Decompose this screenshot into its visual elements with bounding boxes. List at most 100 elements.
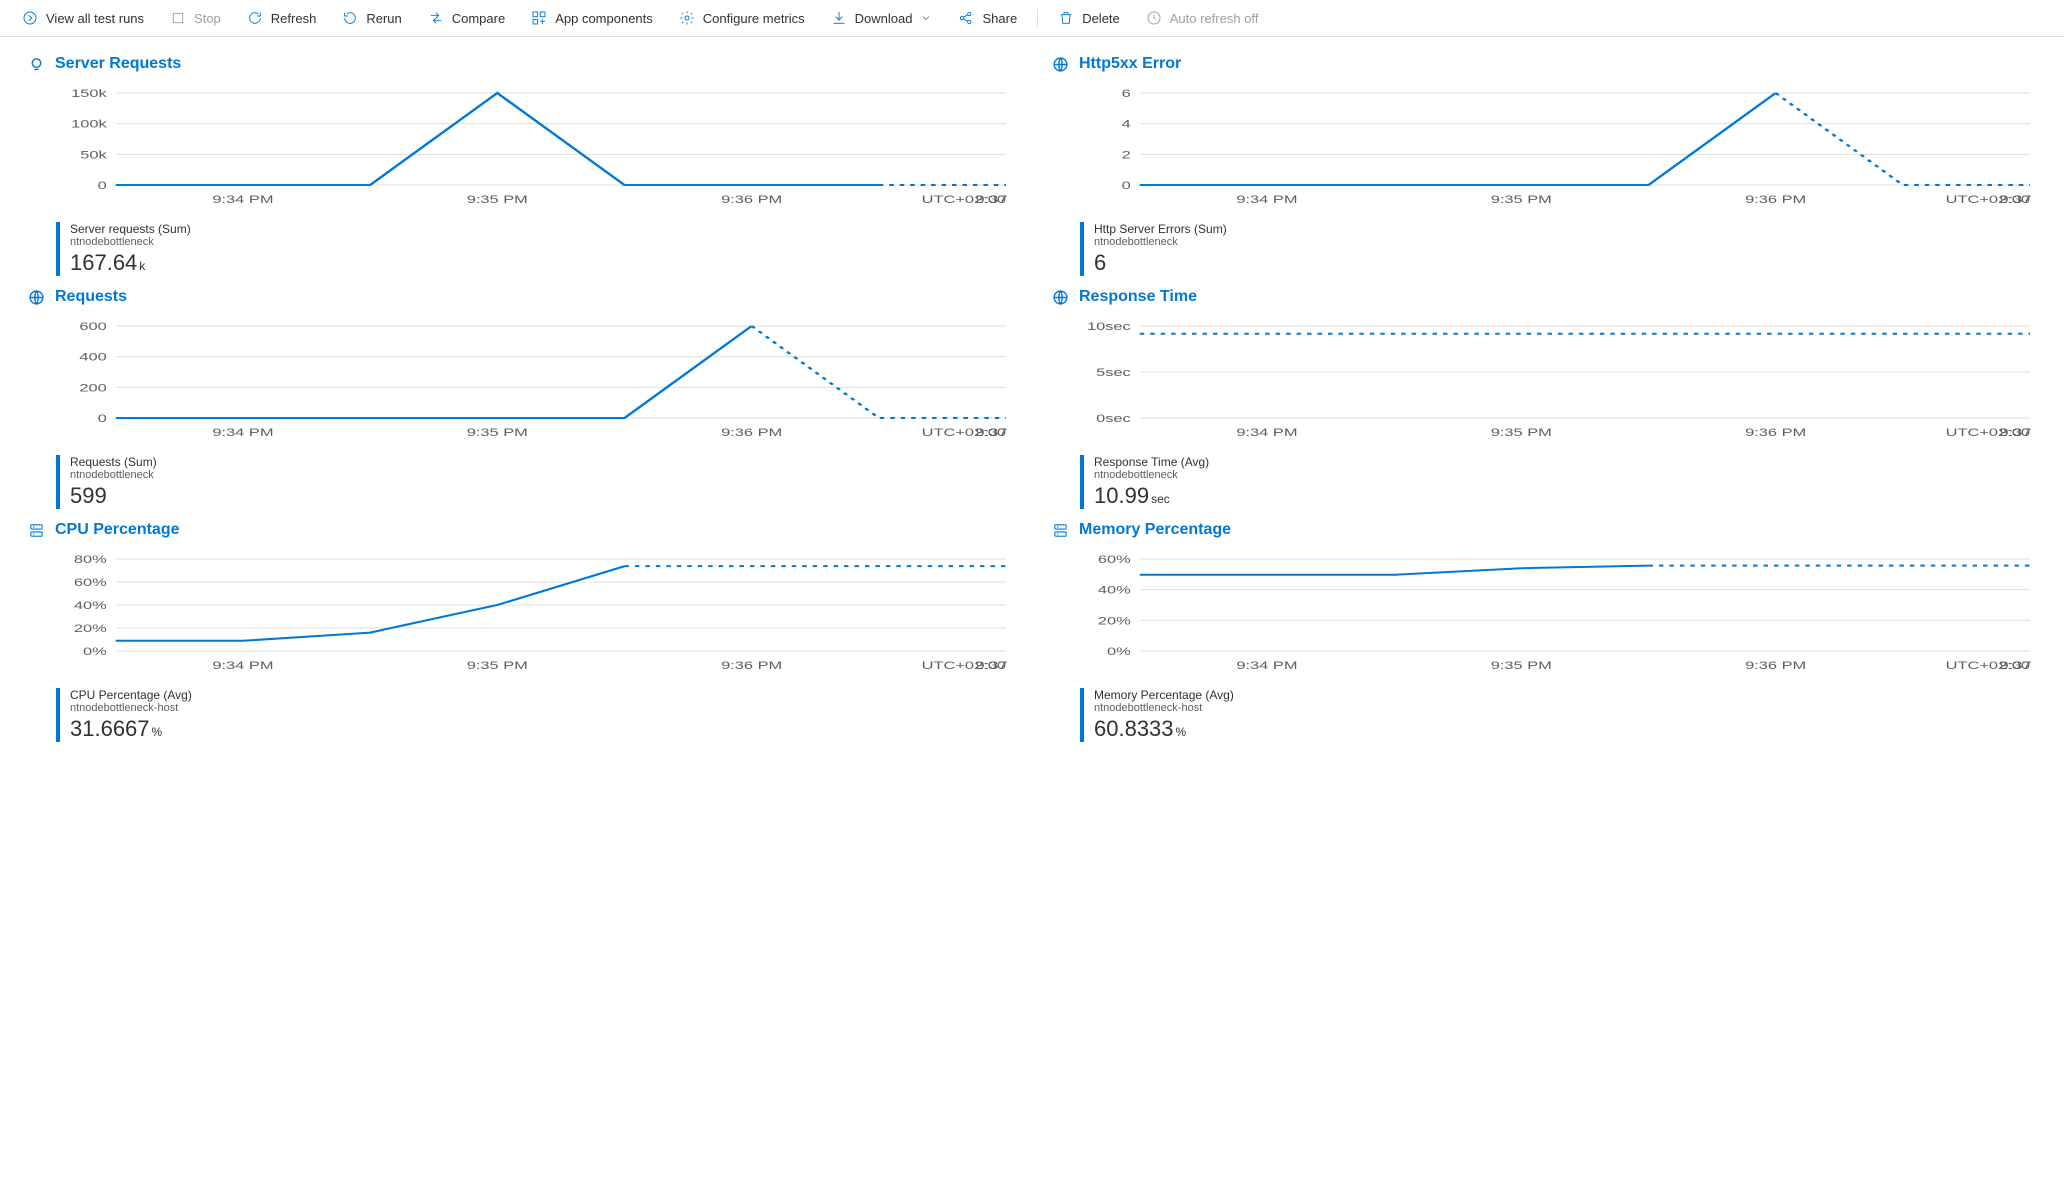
server-icon xyxy=(28,522,45,539)
svg-text:60%: 60% xyxy=(1098,553,1131,565)
stop-label: Stop xyxy=(194,11,221,26)
panel-requests: Requests 02004006009:34 PM9:35 PM9:36 PM… xyxy=(28,284,1012,509)
app-components-button[interactable]: App components xyxy=(521,6,663,30)
metric-value: 31.6667% xyxy=(70,716,192,742)
chart-container[interactable]: 0%20%40%60%9:34 PM9:35 PM9:36 PM9:37 PMU… xyxy=(1080,553,2036,676)
panel-title[interactable]: Memory Percentage xyxy=(1052,521,2036,539)
configure-metrics-button[interactable]: Configure metrics xyxy=(669,6,815,30)
panel-http5xx: Http5xx Error 02469:34 PM9:35 PM9:36 PM9… xyxy=(1052,51,2036,276)
compare-icon xyxy=(428,10,444,26)
svg-text:0: 0 xyxy=(98,179,107,192)
svg-text:40%: 40% xyxy=(1098,583,1131,596)
svg-text:9:34 PM: 9:34 PM xyxy=(212,426,273,439)
panel-title-text: Server Requests xyxy=(55,55,181,73)
svg-text:40%: 40% xyxy=(74,599,107,612)
svg-text:4: 4 xyxy=(1122,117,1131,130)
chevron-down-icon xyxy=(920,12,932,24)
panel-title[interactable]: CPU Percentage xyxy=(28,521,1012,539)
accent-bar xyxy=(56,688,60,742)
rerun-button[interactable]: Rerun xyxy=(332,6,411,30)
delete-button[interactable]: Delete xyxy=(1048,6,1130,30)
metric-label: Requests (Sum) xyxy=(70,455,157,469)
svg-text:0: 0 xyxy=(1122,179,1131,192)
panel-title-text: Requests xyxy=(55,288,127,306)
compare-button[interactable]: Compare xyxy=(418,6,515,30)
svg-text:150k: 150k xyxy=(71,87,107,99)
svg-text:80%: 80% xyxy=(74,553,107,565)
view-all-label: View all test runs xyxy=(46,11,144,26)
auto-refresh-button[interactable]: Auto refresh off xyxy=(1136,6,1269,30)
svg-text:400: 400 xyxy=(79,350,107,363)
chart-container[interactable]: 02469:34 PM9:35 PM9:36 PM9:37 PMUTC+02:0… xyxy=(1080,87,2036,210)
metric-value: 6 xyxy=(1094,250,1227,276)
svg-text:UTC+02:00: UTC+02:00 xyxy=(922,659,1007,672)
metric-summary: Response Time (Avg) ntnodebottleneck 10.… xyxy=(1080,455,2036,509)
metric-label: Http Server Errors (Sum) xyxy=(1094,222,1227,236)
svg-text:UTC+02:00: UTC+02:00 xyxy=(922,426,1007,439)
panel-response-time: Response Time 0sec5sec10sec9:34 PM9:35 P… xyxy=(1052,284,2036,509)
svg-text:9:36 PM: 9:36 PM xyxy=(721,193,782,206)
svg-text:5sec: 5sec xyxy=(1096,366,1131,379)
svg-text:50k: 50k xyxy=(80,148,106,161)
panel-title-text: CPU Percentage xyxy=(55,521,180,539)
svg-text:9:36 PM: 9:36 PM xyxy=(1745,659,1806,672)
panel-title[interactable]: Server Requests xyxy=(28,55,1012,73)
stop-icon xyxy=(170,10,186,26)
chart-container[interactable]: 050k100k150k9:34 PM9:35 PM9:36 PM9:37 PM… xyxy=(56,87,1012,210)
metric-summary: Requests (Sum) ntnodebottleneck 599 xyxy=(56,455,1012,509)
svg-text:UTC+02:00: UTC+02:00 xyxy=(1946,659,2031,672)
svg-text:UTC+02:00: UTC+02:00 xyxy=(1946,193,2031,206)
auto-refresh-label: Auto refresh off xyxy=(1170,11,1259,26)
view-all-button[interactable]: View all test runs xyxy=(12,6,154,30)
svg-text:9:36 PM: 9:36 PM xyxy=(721,659,782,672)
svg-text:9:34 PM: 9:34 PM xyxy=(212,659,273,672)
svg-text:9:34 PM: 9:34 PM xyxy=(1236,193,1297,206)
metric-value: 10.99sec xyxy=(1094,483,1209,509)
panel-title[interactable]: Requests xyxy=(28,288,1012,306)
svg-text:2: 2 xyxy=(1122,148,1131,161)
metric-value: 167.64k xyxy=(70,250,191,276)
resource-name: ntnodebottleneck-host xyxy=(70,702,192,714)
app-components-label: App components xyxy=(555,11,653,26)
svg-text:100k: 100k xyxy=(71,117,107,130)
server-icon xyxy=(1052,522,1069,539)
accent-bar xyxy=(1080,455,1084,509)
arrow-right-circle-icon xyxy=(22,10,38,26)
svg-text:200: 200 xyxy=(79,381,107,394)
share-button[interactable]: Share xyxy=(948,6,1027,30)
panel-title[interactable]: Http5xx Error xyxy=(1052,55,2036,73)
svg-text:60%: 60% xyxy=(74,576,107,589)
svg-text:9:36 PM: 9:36 PM xyxy=(1745,426,1806,439)
metric-label: Server requests (Sum) xyxy=(70,222,191,236)
metric-value: 599 xyxy=(70,483,157,509)
svg-text:0%: 0% xyxy=(1107,645,1131,658)
share-label: Share xyxy=(982,11,1017,26)
metric-summary: CPU Percentage (Avg) ntnodebottleneck-ho… xyxy=(56,688,1012,742)
svg-text:UTC+02:00: UTC+02:00 xyxy=(922,193,1007,206)
download-icon xyxy=(831,10,847,26)
svg-text:9:35 PM: 9:35 PM xyxy=(1491,193,1552,206)
delete-label: Delete xyxy=(1082,11,1120,26)
chart-container[interactable]: 0sec5sec10sec9:34 PM9:35 PM9:36 PM9:37 P… xyxy=(1080,320,2036,443)
panel-title-text: Response Time xyxy=(1079,288,1197,306)
download-label: Download xyxy=(855,11,913,26)
resource-name: ntnodebottleneck xyxy=(70,236,191,248)
download-button[interactable]: Download xyxy=(821,6,943,30)
svg-text:9:35 PM: 9:35 PM xyxy=(1491,659,1552,672)
metric-label: Response Time (Avg) xyxy=(1094,455,1209,469)
compare-label: Compare xyxy=(452,11,505,26)
refresh-label: Refresh xyxy=(271,11,317,26)
chart-container[interactable]: 02004006009:34 PM9:35 PM9:36 PM9:37 PMUT… xyxy=(56,320,1012,443)
svg-text:9:36 PM: 9:36 PM xyxy=(721,426,782,439)
refresh-button[interactable]: Refresh xyxy=(237,6,327,30)
stop-button[interactable]: Stop xyxy=(160,6,231,30)
metric-summary: Memory Percentage (Avg) ntnodebottleneck… xyxy=(1080,688,2036,742)
chart-container[interactable]: 0%20%40%60%80%9:34 PM9:35 PM9:36 PM9:37 … xyxy=(56,553,1012,676)
svg-text:0: 0 xyxy=(98,412,107,425)
panel-title[interactable]: Response Time xyxy=(1052,288,2036,306)
svg-text:10sec: 10sec xyxy=(1087,320,1131,332)
svg-text:6: 6 xyxy=(1122,87,1131,99)
app-components-icon xyxy=(531,10,547,26)
delete-icon xyxy=(1058,10,1074,26)
panel-server-requests: Server Requests 050k100k150k9:34 PM9:35 … xyxy=(28,51,1012,276)
